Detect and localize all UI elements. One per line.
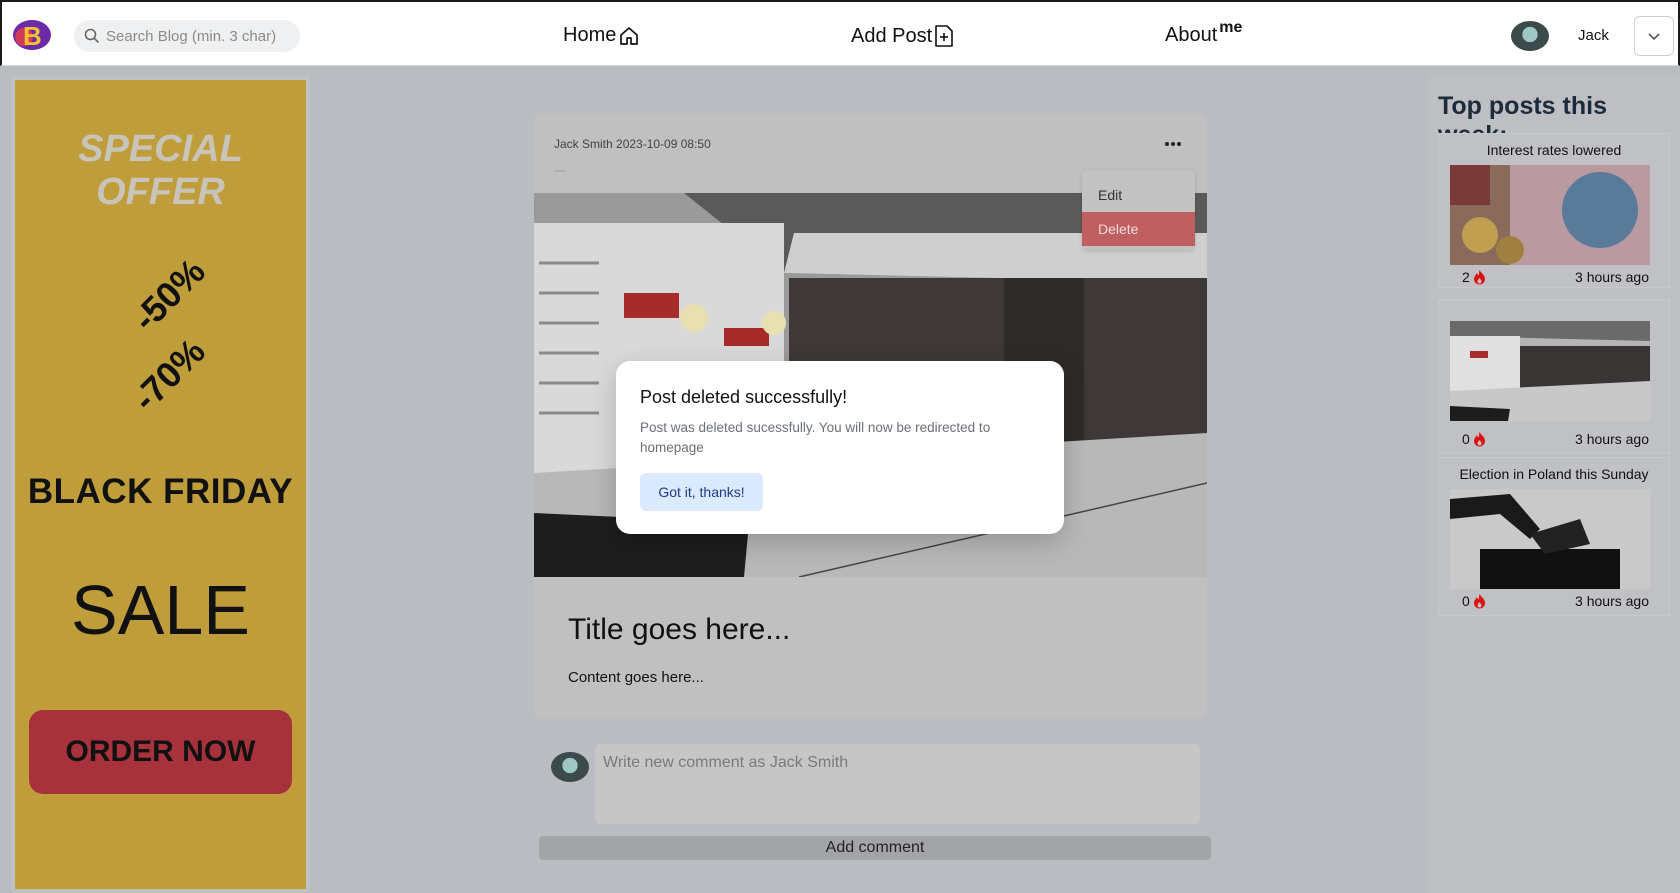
modal-title: Post deleted successfully! [640,387,848,407]
comment-placeholder: Write new comment as Jack Smith [603,754,849,771]
user-dropdown-button[interactable] [1634,16,1674,56]
chevron-down-icon [1648,33,1660,41]
order-now-button[interactable]: ORDER NOW [29,710,292,794]
black-friday-ad[interactable]: SPECIAL OFFER -50% -70% BLACK FRIDAY SAL… [11,76,310,893]
svg-text:B: B [23,21,42,51]
post-options-menu: Edit Delete [1082,170,1195,250]
add-comment-button[interactable]: Add comment [539,836,1211,860]
menu-item-delete[interactable]: Delete [1082,212,1195,246]
post-menu-button[interactable] [1164,127,1182,153]
top-post-image [1450,165,1650,265]
top-post-likes: 0 [1462,431,1486,447]
ad-sale: SALE [71,571,250,649]
search-icon [84,28,100,44]
top-post-card[interactable]: Election in Poland this Sunday 0 3 hours… [1438,457,1670,616]
post-meta: Jack Smith 2023-10-09 08:50 [554,137,711,151]
top-post-image [1450,489,1650,589]
ad-discount-70: -70% [124,330,213,419]
top-navbar: B Home Add Post Aboutme Jack [0,0,1680,66]
modal-confirm-button[interactable]: Got it, thanks! [640,473,763,511]
search-input[interactable] [106,27,296,45]
top-post-time: 3 hours ago [1575,269,1649,285]
top-post-likes: 2 [1462,269,1486,285]
post-meta-divider [554,170,566,172]
ad-special-offer: SPECIAL OFFER [78,128,243,213]
nav-home-link[interactable]: Home [563,24,640,47]
commenter-avatar [551,752,589,782]
nav-about-label: About [1165,24,1218,46]
user-avatar[interactable] [1511,21,1549,51]
top-post-card[interactable]: 0 3 hours ago [1438,299,1670,454]
post-title: Title goes here... [568,613,791,646]
top-post-card[interactable]: Interest rates lowered 2 3 hours ago [1438,133,1670,288]
more-horizontal-icon [1165,142,1181,146]
search-bar[interactable] [74,20,300,52]
likes-count: 2 [1462,269,1470,285]
likes-count: 0 [1462,431,1470,447]
top-post-time: 3 hours ago [1575,593,1649,609]
nav-about-link[interactable]: About me [1165,19,1242,47]
nav-about-sup: me [1219,18,1243,36]
menu-item-edit[interactable]: Edit [1082,178,1195,212]
top-post-likes: 0 [1462,593,1486,609]
modal-text: Post was deleted sucessfully. You will n… [640,420,991,455]
post-content: Content goes here... [568,669,704,686]
nav-home-label: Home [563,24,617,46]
file-plus-icon [935,25,953,47]
top-post-title: Interest rates lowered [1486,142,1622,158]
success-modal: Post deleted successfully! Post was dele… [616,361,1064,534]
likes-count: 0 [1462,593,1470,609]
home-icon [620,26,639,45]
fire-icon [1473,270,1485,285]
fire-icon [1473,432,1485,447]
blog-logo[interactable]: B [12,18,52,52]
top-posts-sidebar: Top posts this week: Interest rates lowe… [1428,76,1680,893]
fire-icon [1473,594,1485,609]
top-post-time: 3 hours ago [1575,431,1649,447]
top-post-title: Election in Poland this Sunday [1459,466,1649,482]
top-post-image [1450,321,1650,421]
ad-black-friday: BLACK FRIDAY [27,472,294,511]
comment-input[interactable]: Write new comment as Jack Smith [595,744,1200,824]
ad-discount-50: -50% [124,250,213,339]
nav-add-post-label: Add Post [851,24,933,47]
nav-add-post-link[interactable]: Add Post [851,24,954,48]
user-name: Jack [1578,27,1609,44]
